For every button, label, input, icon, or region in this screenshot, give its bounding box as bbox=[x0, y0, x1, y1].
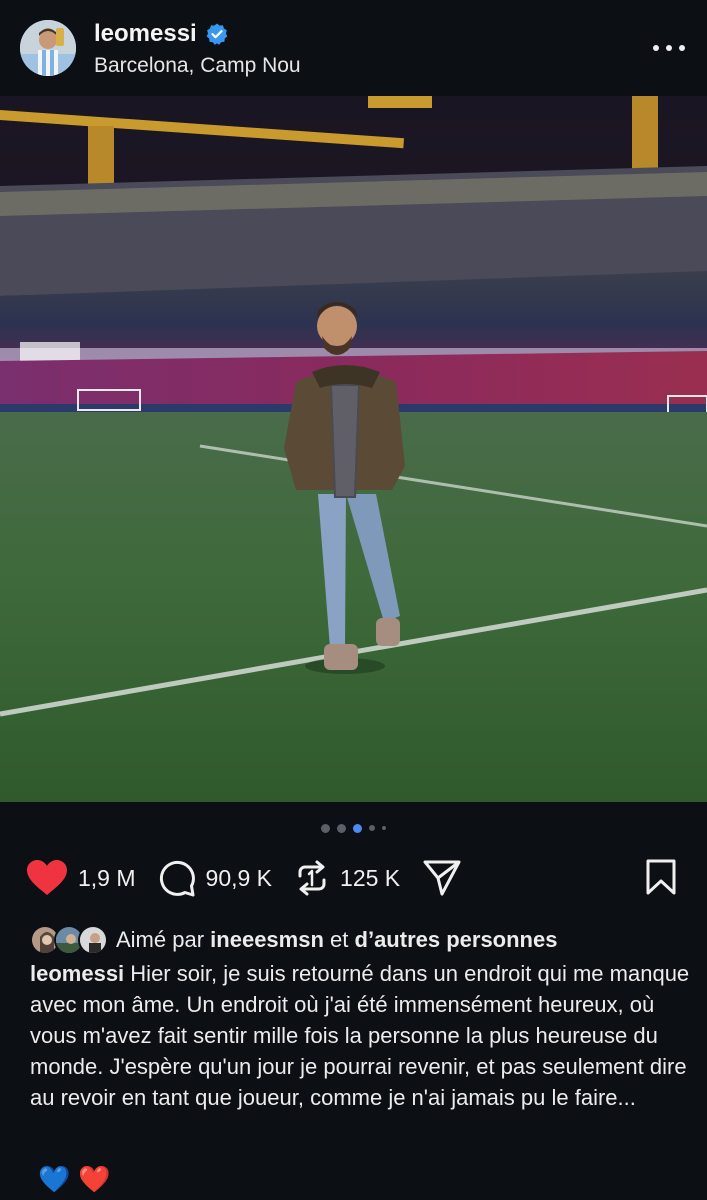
carousel-dot bbox=[321, 823, 330, 833]
repost-action: 125 K bbox=[294, 860, 400, 896]
liked-by-avatars[interactable] bbox=[30, 923, 110, 957]
caption: leomessi Hier soir, je suis retourné dan… bbox=[30, 958, 690, 1113]
comment-count[interactable]: 90,9 K bbox=[206, 865, 273, 892]
share-action bbox=[422, 859, 462, 897]
post-image[interactable] bbox=[0, 96, 707, 802]
post-header: leomessi Barcelona, Camp Nou bbox=[0, 0, 707, 96]
like-count[interactable]: 1,9 M bbox=[78, 865, 136, 892]
repost-count[interactable]: 125 K bbox=[340, 865, 400, 892]
comment-icon[interactable] bbox=[158, 859, 196, 897]
caption-text: Hier soir, je suis retourné dans un endr… bbox=[30, 961, 690, 1110]
bookmark-icon[interactable] bbox=[645, 858, 677, 896]
heart-icon[interactable] bbox=[26, 859, 68, 897]
avatar[interactable] bbox=[20, 20, 76, 76]
save-action bbox=[645, 858, 677, 901]
blue-heart-emoji: 💙 bbox=[38, 1164, 71, 1194]
username[interactable]: leomessi bbox=[94, 20, 197, 48]
verified-badge-icon bbox=[206, 23, 228, 45]
liked-by-user[interactable]: ineeesmsn bbox=[210, 927, 324, 952]
caption-emojis: 💙 ❤️ bbox=[38, 1164, 111, 1195]
carousel-dot-active bbox=[353, 823, 362, 833]
repost-icon[interactable] bbox=[294, 860, 330, 896]
liked-avatar bbox=[78, 925, 108, 955]
share-icon[interactable] bbox=[422, 859, 462, 897]
location-label[interactable]: Barcelona, Camp Nou bbox=[94, 54, 301, 78]
carousel-dot bbox=[369, 825, 375, 831]
carousel-indicator bbox=[0, 820, 707, 836]
liked-by-prefix: Aimé par bbox=[116, 927, 205, 952]
liked-by-connector: et bbox=[330, 927, 349, 952]
liked-by-text: Aimé par ineeesmsn et d’autres personnes bbox=[116, 927, 557, 953]
liked-by-row: Aimé par ineeesmsn et d’autres personnes bbox=[30, 922, 557, 958]
carousel-dot bbox=[382, 826, 386, 830]
comment-action: 90,9 K bbox=[158, 859, 273, 897]
red-heart-emoji: ❤️ bbox=[78, 1164, 111, 1194]
carousel-dot bbox=[337, 823, 346, 833]
more-icon[interactable] bbox=[653, 36, 685, 60]
username-row: leomessi bbox=[94, 20, 229, 48]
liked-by-others[interactable]: d’autres personnes bbox=[355, 927, 558, 952]
caption-username[interactable]: leomessi bbox=[30, 961, 124, 986]
action-bar: 1,9 M 90,9 K 125 K bbox=[26, 856, 484, 900]
like-action: 1,9 M bbox=[26, 859, 136, 897]
